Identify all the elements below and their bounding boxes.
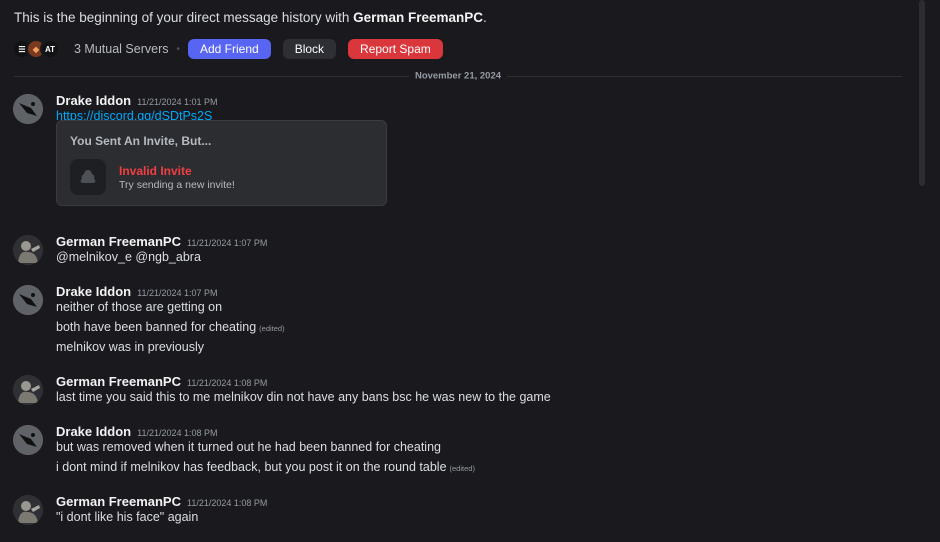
message-text-edited: both have been banned for cheating (edite… [56, 320, 285, 334]
intro-prefix: This is the beginning of your direct mes… [14, 10, 354, 25]
invite-name: Invalid Invite [119, 164, 192, 178]
avatar[interactable] [13, 495, 43, 525]
avatar[interactable] [13, 285, 43, 315]
scrollbar-thumb[interactable] [919, 0, 925, 186]
add-friend-button[interactable]: Add Friend [188, 39, 271, 59]
mutual-server-icons[interactable]: ☰ ◆ AT [12, 39, 60, 59]
username[interactable]: Drake Iddon [56, 424, 131, 439]
separator-dot: • [176, 43, 180, 55]
date-divider-label: November 21, 2024 [408, 70, 508, 82]
message-text: last time you said this to me melnikov d… [56, 390, 551, 404]
timestamp: 11/21/2024 1:07 PM [187, 238, 268, 248]
avatar[interactable] [13, 375, 43, 405]
dm-intro: This is the beginning of your direct mes… [14, 10, 487, 25]
username[interactable]: German FreemanPC [56, 494, 181, 509]
message-text: @melnikov_e @ngb_abra [56, 250, 201, 264]
message-text: melnikov was in previously [56, 340, 204, 354]
invite-embed: You Sent An Invite, But... Invalid Invit… [56, 120, 387, 206]
username[interactable]: German FreemanPC [56, 234, 181, 249]
timestamp: 11/21/2024 1:08 PM [187, 378, 268, 388]
report-spam-button[interactable]: Report Spam [348, 39, 443, 59]
message-text: neither of those are getting on [56, 300, 223, 314]
block-button[interactable]: Block [282, 39, 337, 59]
avatar[interactable] [13, 425, 43, 455]
intro-suffix: . [482, 10, 487, 25]
invite-subtitle: Try sending a new invite! [119, 179, 235, 191]
username[interactable]: Drake Iddon [56, 93, 131, 108]
timestamp: 11/21/2024 1:08 PM [187, 498, 268, 508]
server-icon-at[interactable]: AT [40, 39, 60, 59]
avatar[interactable] [13, 94, 43, 124]
timestamp: 11/21/2024 1:01 PM [137, 97, 218, 107]
date-divider: November 21, 2024 [14, 70, 902, 82]
avatar[interactable] [13, 235, 43, 265]
intro-username[interactable]: German FreemanPC [353, 10, 483, 25]
edited-label: (edited) [449, 464, 475, 473]
invalid-invite-icon [70, 159, 106, 195]
username[interactable]: Drake Iddon [56, 284, 131, 299]
message-text: i dont mind if melnikov has feedback, bu… [56, 460, 447, 474]
username[interactable]: German FreemanPC [56, 374, 181, 389]
message-text: "i dont like his face" again [56, 510, 199, 524]
mutual-servers-link[interactable]: 3 Mutual Servers [74, 42, 168, 56]
message-text: both have been banned for cheating [56, 320, 257, 334]
invite-title: You Sent An Invite, But... [70, 134, 212, 148]
profile-actions: ☰ ◆ AT 3 Mutual Servers • Add Friend Blo… [12, 38, 455, 60]
timestamp: 11/21/2024 1:08 PM [137, 428, 218, 438]
timestamp: 11/21/2024 1:07 PM [137, 288, 218, 298]
message-text: but was removed when it turned out he ha… [56, 440, 441, 454]
message-text-edited: i dont mind if melnikov has feedback, bu… [56, 460, 475, 474]
edited-label: (edited) [259, 324, 285, 333]
